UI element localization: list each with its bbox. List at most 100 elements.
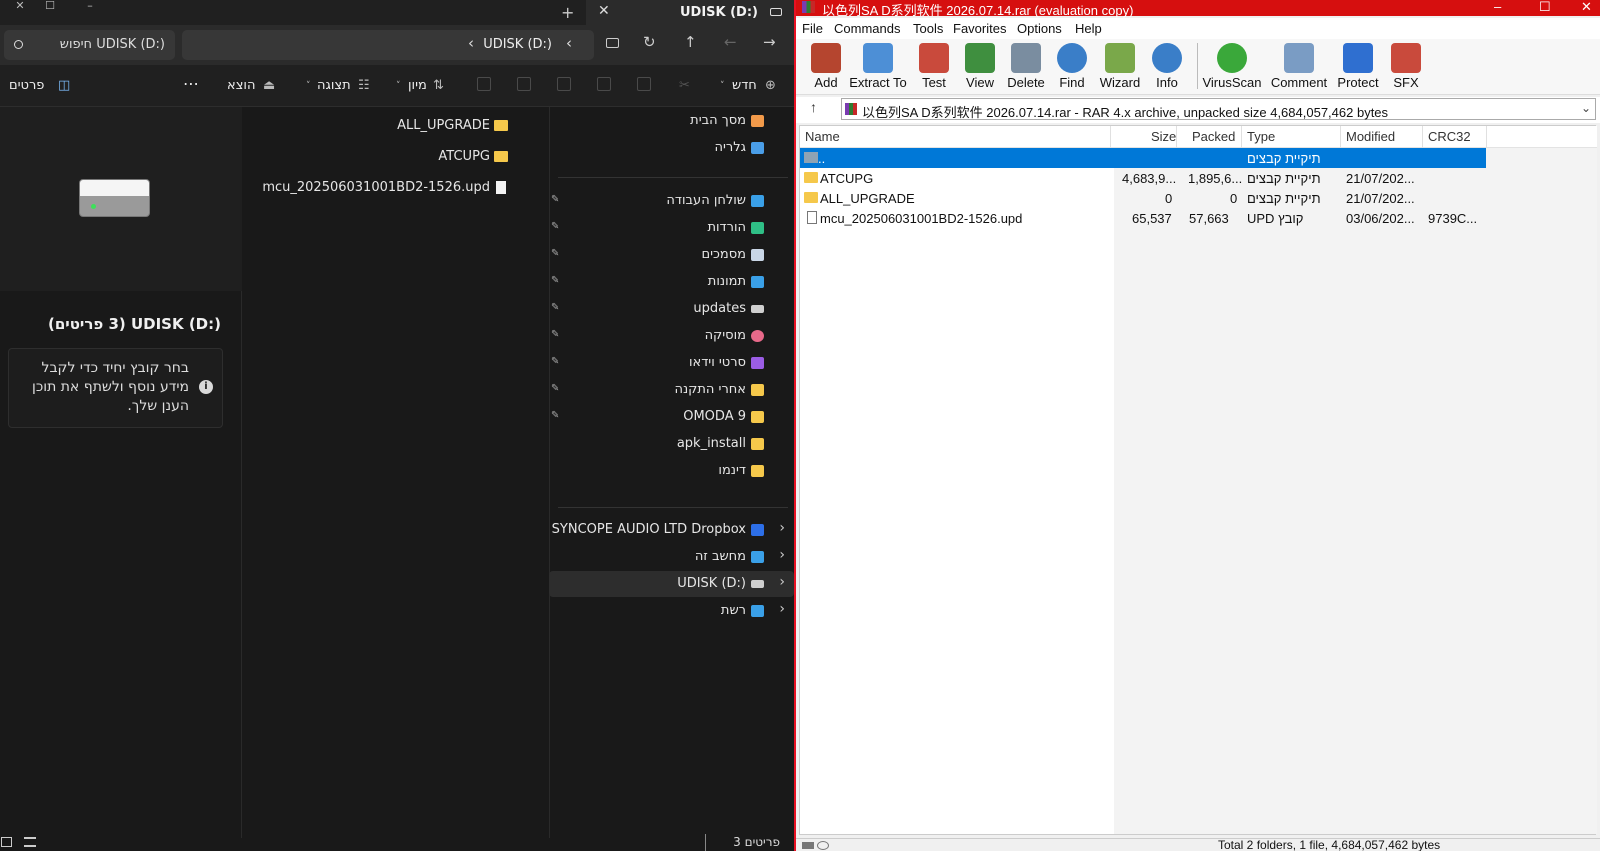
nav-item-pictures[interactable]: ✎ תמונות <box>549 269 794 295</box>
cut-icon[interactable]: ✂ <box>679 78 690 93</box>
column-type[interactable]: Type <box>1247 129 1275 144</box>
forward-arrow-icon[interactable]: → <box>763 33 776 51</box>
drive-icon[interactable] <box>802 842 814 849</box>
computer-icon <box>751 551 764 563</box>
pin-icon[interactable]: ✎ <box>551 383 559 394</box>
pin-icon[interactable]: ✎ <box>551 329 559 340</box>
network-icon <box>751 605 764 617</box>
nav-item-omoda9[interactable]: ✎ OMODA 9 <box>549 404 794 430</box>
pin-icon[interactable]: ✎ <box>551 275 559 286</box>
details-pane-icon: ◫ <box>58 78 71 93</box>
nav-item-desktop[interactable]: ✎ שולחן העבודה <box>549 188 794 214</box>
nav-item-downloads[interactable]: ✎ הורדות <box>549 215 794 241</box>
back-arrow-icon[interactable]: ← <box>724 33 737 51</box>
comment-button[interactable]: Comment <box>1266 39 1332 95</box>
list-item[interactable]: ATCUPG <box>248 146 508 168</box>
pin-icon[interactable]: ✎ <box>551 248 559 259</box>
chevron-right-icon[interactable]: › <box>779 520 785 536</box>
column-packed[interactable]: Packed <box>1192 129 1235 144</box>
chevron-right-icon[interactable]: › <box>779 574 785 590</box>
nav-item-this-pc[interactable]: › מחשב זה <box>549 544 794 570</box>
extract-to-button[interactable]: Extract To <box>843 39 913 95</box>
nav-item-dropbox[interactable]: › SYNCOPE AUDIO LTD Dropbox <box>549 517 794 543</box>
table-row[interactable]: ATCUPG 4,683,9... 1,895,6... תיקיית קבצי… <box>800 168 1486 188</box>
breadcrumb[interactable]: UDISK (D:) <box>483 37 552 52</box>
view-book-icon <box>965 43 995 73</box>
pin-icon[interactable]: ✎ <box>551 302 559 313</box>
toolbar-label: VirusScan <box>1202 75 1262 90</box>
status-bar: 3 פריטים <box>0 834 794 851</box>
nav-item-music[interactable]: ✎ מוסיקה <box>549 323 794 349</box>
nav-item-documents[interactable]: ✎ מסמכים <box>549 242 794 268</box>
menu-tools[interactable]: Tools <box>913 21 943 36</box>
list-item[interactable]: mcu_202506031001BD2-1526.upd <box>248 177 508 199</box>
details-button[interactable]: פרטים <box>9 78 44 93</box>
new-button[interactable]: חדש <box>732 78 757 93</box>
column-name[interactable]: Name <box>805 129 840 144</box>
column-modified[interactable]: Modified <box>1346 129 1395 144</box>
info-button[interactable]: Info <box>1139 39 1195 95</box>
sfx-button[interactable]: SFX <box>1378 39 1434 95</box>
table-row[interactable]: mcu_202506031001BD2-1526.upd 65,537 57,6… <box>800 208 1486 228</box>
paste-icon[interactable] <box>597 77 611 91</box>
tiles-view-icon[interactable] <box>1 837 12 847</box>
nav-item-network[interactable]: › רשת <box>549 598 794 624</box>
chevron-down-icon[interactable]: ⌄ <box>1581 101 1591 115</box>
chevron-right-icon[interactable]: › <box>779 601 785 617</box>
chevron-down-icon: ˅ <box>396 81 401 91</box>
up-folder-icon[interactable]: ↑ <box>810 99 817 115</box>
table-row[interactable]: .. תיקיית קבצים <box>800 148 1486 168</box>
menu-favorites[interactable]: Favorites <box>953 21 1006 36</box>
sort-button[interactable]: מיון <box>408 78 427 93</box>
nav-item-udisk[interactable]: › UDISK (D:) <box>549 571 794 597</box>
eject-button[interactable]: הוצא <box>227 78 255 93</box>
view-button[interactable]: תצוגה <box>317 78 351 93</box>
rename-icon[interactable] <box>557 77 571 91</box>
menu-commands[interactable]: Commands <box>834 21 900 36</box>
pin-icon[interactable]: ✎ <box>551 194 559 205</box>
up-arrow-icon[interactable]: ↑ <box>684 33 697 51</box>
tab-udisk[interactable]: UDISK (D:) <box>586 0 794 25</box>
copy-icon[interactable] <box>637 77 651 91</box>
table-row[interactable]: ALL_UPGRADE 0 0 תיקיית קבצים 21/07/202..… <box>800 188 1486 208</box>
this-pc-icon[interactable] <box>606 38 619 48</box>
column-size[interactable]: Size <box>1151 129 1176 144</box>
tab-close-icon[interactable]: ✕ <box>598 3 610 19</box>
pin-icon[interactable]: ✎ <box>551 221 559 232</box>
chevron-right-icon[interactable]: › <box>779 547 785 563</box>
nav-label: גלריה <box>714 140 746 155</box>
list-item[interactable]: ALL_UPGRADE <box>248 115 508 137</box>
virusscan-button[interactable]: VirusScan <box>1200 39 1264 95</box>
key-icon[interactable] <box>817 841 829 850</box>
nav-item-gallery[interactable]: גלריה <box>549 135 794 161</box>
search-input[interactable]: חיפוש UDISK (D:) <box>4 30 175 60</box>
new-tab-button[interactable]: + <box>561 3 574 22</box>
minimize-icon[interactable]: – <box>70 0 110 25</box>
nav-item-apk-install[interactable]: apk_install <box>549 431 794 457</box>
pin-icon[interactable]: ✎ <box>551 410 559 421</box>
address-bar[interactable]: ‹ UDISK (D:) ‹ <box>182 30 619 60</box>
menu-help[interactable]: Help <box>1075 21 1102 36</box>
nav-item-updates[interactable]: ✎ updates <box>549 296 794 322</box>
close-icon[interactable]: ✕ <box>1581 0 1592 15</box>
pin-icon[interactable]: ✎ <box>551 356 559 367</box>
nav-item-home[interactable]: מסך הבית <box>549 108 794 134</box>
nav-label: SYNCOPE AUDIO LTD Dropbox <box>551 522 746 537</box>
nav-item-after-install[interactable]: ✎ אחרי התקנה <box>549 377 794 403</box>
column-crc32[interactable]: CRC32 <box>1428 129 1471 144</box>
menu-file[interactable]: File <box>802 21 823 36</box>
details-view-icon[interactable] <box>24 837 36 847</box>
refresh-icon[interactable]: ↻ <box>643 33 656 51</box>
delete-icon[interactable] <box>477 77 491 91</box>
minimize-icon[interactable]: – <box>1494 0 1501 14</box>
nav-item-videos[interactable]: ✎ סרטי וידאו <box>549 350 794 376</box>
more-button[interactable]: ⋯ <box>183 74 199 93</box>
maximize-icon[interactable]: ☐ <box>1539 0 1551 15</box>
archive-path-field[interactable]: 以色列SA D系列软件 2026.07.14.rar - RAR 4.x arc… <box>841 98 1596 120</box>
nav-item-dynamo[interactable]: דינמו <box>549 458 794 484</box>
maximize-icon[interactable]: ☐ <box>30 0 70 25</box>
share-icon[interactable] <box>517 77 531 91</box>
folder-icon <box>751 384 764 396</box>
menu-options[interactable]: Options <box>1017 21 1062 36</box>
folder-icon <box>804 172 818 183</box>
